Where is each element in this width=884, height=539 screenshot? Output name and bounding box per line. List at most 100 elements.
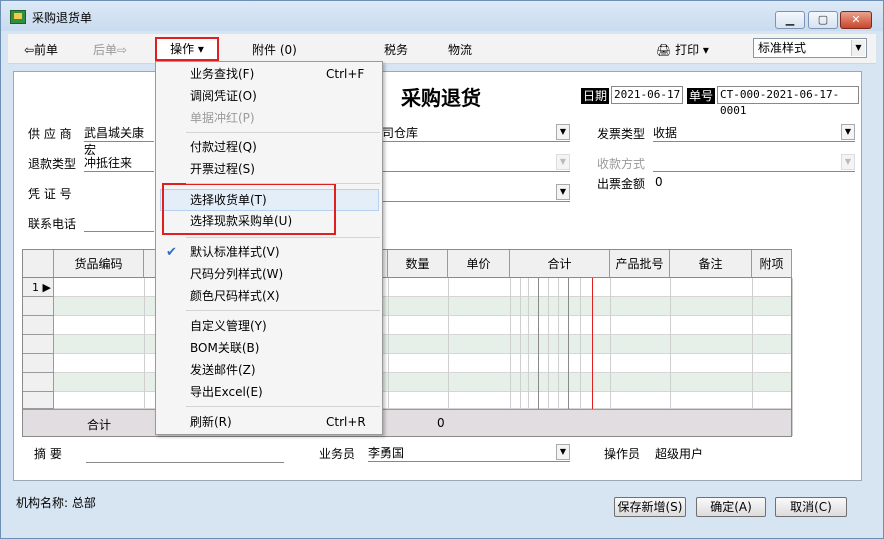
col-qty[interactable]: 数量 bbox=[388, 250, 448, 278]
menu-item-custom-manage[interactable]: 自定义管理(Y) bbox=[190, 316, 267, 336]
row-header[interactable] bbox=[23, 354, 54, 373]
operations-menu-button[interactable]: 操作 ▾ bbox=[155, 37, 219, 61]
voucher-label: 凭 证 号 bbox=[28, 187, 72, 201]
col-price[interactable]: 单价 bbox=[448, 250, 510, 278]
grid-total-row: 合计 0 bbox=[23, 409, 791, 436]
warehouse-value: 司仓库 bbox=[382, 126, 419, 140]
chevron-down-icon: ▼ bbox=[556, 444, 570, 460]
table-row[interactable] bbox=[23, 373, 791, 392]
table-row[interactable] bbox=[23, 354, 791, 373]
warehouse-select[interactable]: 司仓库 ▼ bbox=[382, 124, 570, 142]
menu-item-send-email[interactable]: 发送邮件(Z) bbox=[190, 360, 256, 380]
pay-method-label: 收款方式 bbox=[597, 157, 646, 171]
tax-button[interactable]: 税务 bbox=[384, 41, 408, 58]
app-icon bbox=[10, 10, 26, 24]
menu-item-select-cash-purchase[interactable]: 选择现款采购单(U) bbox=[190, 211, 292, 231]
chevron-down-icon: ▼ bbox=[556, 124, 570, 140]
row-header[interactable] bbox=[23, 335, 54, 354]
menu-item-export-excel[interactable]: 导出Excel(E) bbox=[190, 382, 263, 402]
menu-item-size-column-style[interactable]: 尺码分列样式(W) bbox=[190, 264, 283, 284]
operator-label: 操作员 bbox=[604, 447, 641, 461]
supplier-label: 供 应 商 bbox=[28, 127, 72, 141]
save-new-button[interactable]: 保存新增(S) bbox=[614, 497, 686, 517]
invoice-amount-value: 0 bbox=[655, 175, 663, 189]
menu-separator bbox=[186, 237, 380, 238]
date-input[interactable]: 2021-06-17 bbox=[611, 86, 683, 104]
supplier-input[interactable]: 武昌城关康宏 bbox=[84, 124, 154, 157]
menu-separator bbox=[186, 310, 380, 311]
row-header[interactable] bbox=[23, 373, 54, 392]
minimize-button[interactable]: ▁ bbox=[775, 11, 805, 29]
row-header[interactable] bbox=[23, 297, 54, 316]
col-remark[interactable]: 备注 bbox=[670, 250, 752, 278]
row-index: 1 bbox=[32, 281, 40, 294]
row-header[interactable]: 1 ▶ bbox=[23, 278, 54, 297]
menu-item-view-voucher[interactable]: 调阅凭证(O) bbox=[190, 86, 257, 106]
title-bar bbox=[1, 1, 883, 31]
cancel-button[interactable]: 取消(C) bbox=[775, 497, 847, 517]
menu-separator bbox=[186, 406, 380, 407]
menu-separator bbox=[186, 183, 380, 184]
form-panel: 采购退货 日期 2021-06-17 单号 CT-000-2021-06-17-… bbox=[13, 71, 862, 481]
col-total[interactable]: 合计 bbox=[510, 250, 610, 278]
menu-item-default-style[interactable]: 默认标准样式(V) bbox=[190, 242, 280, 262]
refund-type-select[interactable]: 冲抵往来 bbox=[84, 154, 154, 172]
chevron-down-icon: ▼ bbox=[841, 124, 855, 140]
style-select-value: 标准样式 bbox=[758, 41, 807, 55]
table-row[interactable] bbox=[23, 316, 791, 335]
middle-select-2[interactable]: ▼ bbox=[382, 154, 570, 172]
menu-item-invoice-process[interactable]: 开票过程(S) bbox=[190, 159, 255, 179]
invoice-type-select[interactable]: 收据 ▼ bbox=[653, 124, 855, 142]
salesman-value: 李勇国 bbox=[368, 446, 405, 460]
menu-shortcut: Ctrl+F bbox=[326, 67, 365, 81]
table-row[interactable] bbox=[23, 392, 791, 409]
prev-record-button[interactable]: ⇦前单 bbox=[24, 41, 58, 58]
date-label: 日期 bbox=[581, 88, 610, 104]
menu-shortcut: Ctrl+R bbox=[326, 415, 366, 429]
org-label: 机构名称: 总部 bbox=[16, 496, 96, 510]
chevron-down-icon: ▼ bbox=[851, 40, 865, 56]
style-select[interactable]: 标准样式 ▼ bbox=[753, 38, 867, 58]
invoice-amount-label: 出票金额 bbox=[597, 177, 646, 191]
salesman-select[interactable]: 李勇国 ▼ bbox=[368, 444, 570, 462]
row-header[interactable] bbox=[23, 316, 54, 335]
ok-button[interactable]: 确定(A) bbox=[696, 497, 766, 517]
maximize-button[interactable]: ▢ bbox=[808, 11, 838, 29]
menu-item-select-receipt[interactable]: 选择收货单(T) bbox=[190, 190, 267, 210]
menu-item-reverse-doc[interactable]: 单据冲红(P) bbox=[190, 108, 255, 128]
table-row[interactable] bbox=[23, 297, 791, 316]
col-extra[interactable]: 附项 bbox=[752, 250, 792, 278]
table-row[interactable] bbox=[23, 278, 791, 297]
menu-item-refresh[interactable]: 刷新(R) bbox=[190, 412, 232, 432]
close-button[interactable]: ✕ bbox=[840, 11, 872, 29]
print-button[interactable]: 🖨 打印 ▾ bbox=[656, 41, 709, 58]
next-record-button[interactable]: 后单⇨ bbox=[93, 41, 127, 58]
refund-type-value: 冲抵往来 bbox=[84, 156, 133, 170]
memo-input[interactable] bbox=[86, 445, 284, 463]
phone-label: 联系电话 bbox=[28, 217, 77, 231]
menu-separator bbox=[186, 132, 380, 133]
pay-method-select[interactable]: ▼ bbox=[653, 154, 855, 172]
menu-item-payment-process[interactable]: 付款过程(Q) bbox=[190, 137, 257, 157]
window-title: 采购退货单 bbox=[32, 11, 93, 25]
chevron-down-icon: ▼ bbox=[841, 154, 855, 170]
no-input[interactable]: CT-000-2021-06-17-0001 bbox=[717, 86, 859, 117]
col-batch[interactable]: 产品批号 bbox=[610, 250, 670, 278]
menu-item-color-size-style[interactable]: 颜色尺码样式(X) bbox=[190, 286, 280, 306]
table-row[interactable] bbox=[23, 335, 791, 354]
col-item-code[interactable]: 货品编码 bbox=[54, 250, 144, 278]
check-icon: ✔ bbox=[166, 245, 177, 260]
row-header[interactable] bbox=[23, 392, 54, 409]
logistics-button[interactable]: 物流 bbox=[448, 41, 472, 58]
attachments-button[interactable]: 附件 (0) bbox=[252, 41, 297, 58]
form-title: 采购退货 bbox=[401, 86, 481, 110]
menu-item-business-search[interactable]: 业务查找(F) bbox=[190, 64, 254, 84]
phone-input[interactable] bbox=[84, 214, 154, 232]
grid-divider bbox=[792, 278, 793, 436]
chevron-down-icon: ▼ bbox=[556, 154, 570, 170]
supplier-value: 武昌城关康宏 bbox=[84, 126, 145, 157]
items-grid[interactable]: 货品编码 数量 单价 合计 产品批号 备注 附项 1 ▶ 合计 0 bbox=[22, 249, 793, 437]
middle-select-3[interactable]: ▼ bbox=[382, 184, 570, 202]
menu-item-bom-link[interactable]: BOM关联(B) bbox=[190, 338, 259, 358]
date-field: 日期 bbox=[581, 87, 610, 104]
